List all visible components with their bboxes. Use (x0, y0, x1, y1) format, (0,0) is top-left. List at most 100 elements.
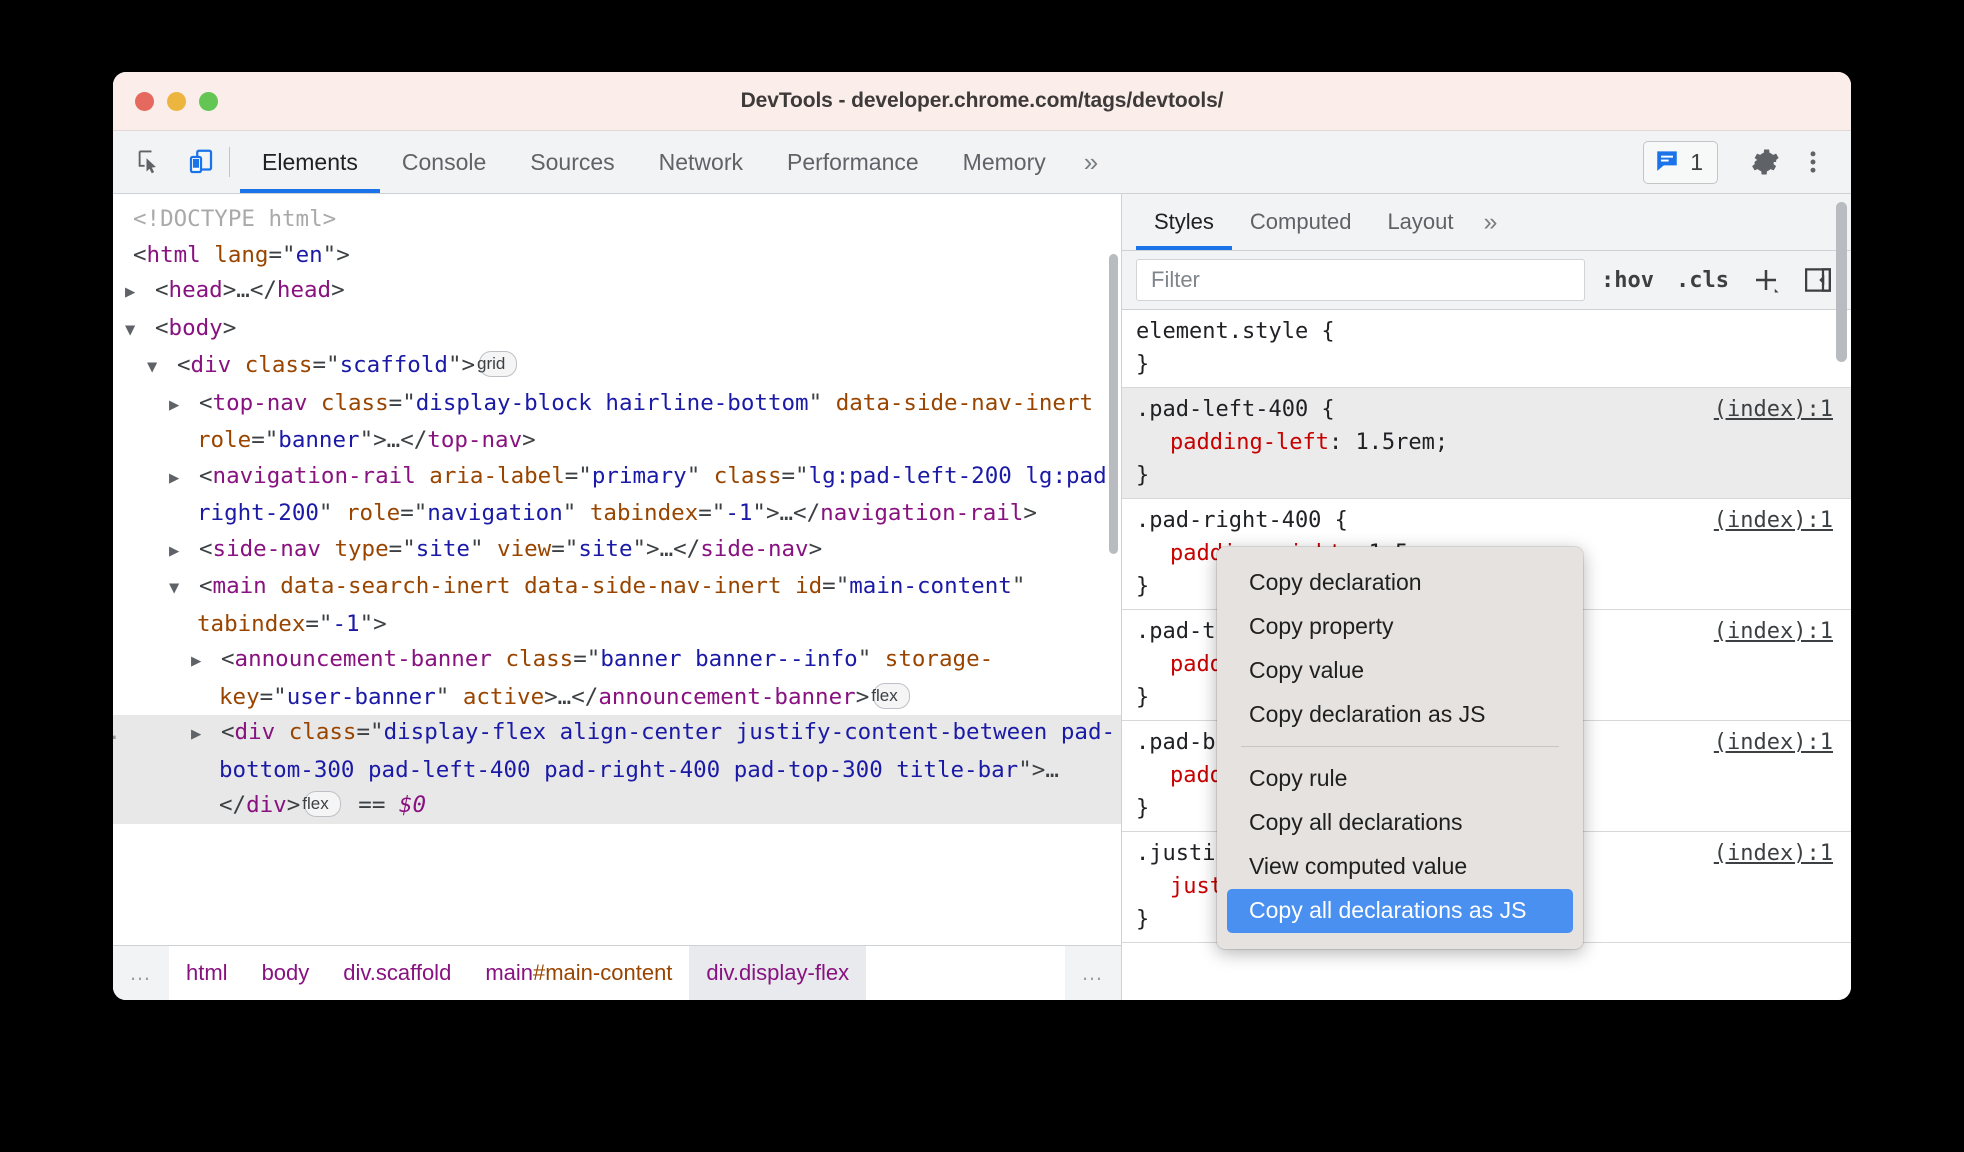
dom-punct: >…</ (544, 683, 599, 710)
page-title: DevTools - developer.chrome.com/tags/dev… (740, 89, 1224, 112)
breadcrumb-item[interactable]: html (169, 946, 245, 1000)
breadcrumb-item[interactable]: body (245, 946, 327, 1000)
expand-arrow-icon[interactable]: ▶ (191, 644, 221, 680)
dom-node[interactable]: ▶ <top-nav class="display-block hairline-… (113, 386, 1121, 459)
context-menu-item[interactable]: Copy rule (1227, 757, 1573, 801)
dom-attr: role (346, 500, 401, 526)
context-menu-item[interactable]: View computed value (1227, 845, 1573, 889)
filter-input[interactable]: Filter (1136, 259, 1586, 301)
css-value[interactable]: : 1.5rem; (1329, 430, 1448, 455)
minimize-window-button[interactable] (167, 91, 186, 111)
dom-node-selected[interactable]: …▶<div class="display-flex align-center … (113, 715, 1121, 824)
styles-tab-list: Styles Computed Layout » (1122, 194, 1851, 251)
css-selector[interactable]: element.style { (1136, 315, 1837, 348)
styles-scrollbar[interactable] (1836, 202, 1847, 362)
tab-console-label: Console (401, 148, 487, 175)
dom-tag: body (168, 314, 223, 341)
breadcrumb-overflow-left[interactable]: … (113, 946, 169, 1000)
dom-tag: head (276, 277, 332, 303)
device-toolbar-icon[interactable] (179, 140, 223, 184)
layout-badge-grid[interactable]: grid (477, 351, 518, 377)
dom-node[interactable]: <html lang="en"> (113, 238, 1121, 274)
css-source-link[interactable]: (index):1 (1714, 726, 1833, 759)
styles-more-tabs-icon[interactable]: » (1472, 194, 1510, 250)
tab-memory[interactable]: Memory (941, 131, 1068, 193)
close-window-button[interactable] (135, 91, 154, 111)
dom-tree[interactable]: <!DOCTYPE html> <html lang="en"> ▶ <head>…<… (113, 194, 1121, 945)
gear-icon[interactable] (1743, 140, 1787, 184)
dom-attr: role (197, 427, 252, 453)
tab-computed-label: Computed (1249, 209, 1352, 234)
layout-badge-flex[interactable]: flex (871, 682, 910, 709)
context-menu-item[interactable]: Copy property (1227, 605, 1573, 649)
inspect-element-icon[interactable] (127, 140, 171, 184)
dom-node[interactable]: ▼ <body> (113, 311, 1121, 349)
dom-val: en (295, 241, 323, 268)
tab-network[interactable]: Network (637, 131, 765, 193)
context-menu-item[interactable]: Copy value (1227, 649, 1573, 693)
breadcrumb-item[interactable]: main #main-content (468, 946, 689, 1000)
more-options-icon[interactable] (1791, 140, 1835, 184)
hov-button[interactable]: :hov (1595, 268, 1660, 293)
dom-eq: == (344, 792, 399, 818)
tab-elements[interactable]: Elements (240, 131, 380, 193)
breadcrumb-item[interactable]: div.scaffold (326, 946, 468, 1000)
dom-node[interactable]: ▼ <main data-search-inert data-side-nav-i… (113, 569, 1121, 642)
dom-dollar: $0 (398, 792, 427, 818)
dom-node[interactable]: ▶ <navigation-rail aria-label="primary" c… (113, 459, 1121, 532)
dom-punct: > (286, 792, 301, 818)
css-rule-close-brace: } (1136, 352, 1150, 377)
expand-arrow-icon[interactable]: ▶ (169, 534, 199, 570)
dom-punct: ">…</ (752, 500, 821, 526)
collapse-arrow-icon[interactable]: ▼ (169, 571, 199, 607)
css-rule[interactable]: element.style {} (1122, 310, 1851, 388)
tab-computed[interactable]: Computed (1232, 194, 1370, 250)
css-source-link[interactable]: (index):1 (1714, 393, 1833, 426)
css-source-link[interactable]: (index):1 (1714, 837, 1833, 870)
expand-arrow-icon[interactable]: ▶ (191, 717, 221, 753)
expand-arrow-icon[interactable]: ▶ (169, 388, 199, 424)
issues-counter-button[interactable]: 1 (1643, 140, 1718, 184)
css-source-link[interactable]: (index):1 (1714, 615, 1833, 648)
breadcrumb-items: html body div.scaffold main #main-content div… (169, 946, 1065, 1000)
dom-node[interactable]: ▶ <side-nav type="site" view="site">…</si… (113, 532, 1121, 570)
context-menu[interactable]: Copy declaration Copy property Copy value C… (1217, 547, 1583, 949)
context-menu-item[interactable]: Copy declaration as JS (1227, 693, 1573, 737)
tab-sources[interactable]: Sources (508, 131, 636, 193)
context-menu-item[interactable]: Copy all declarations as JS (1227, 889, 1573, 933)
tab-sources-label: Sources (530, 148, 615, 175)
more-tabs-icon[interactable]: » (1068, 131, 1114, 193)
layout-badge-flex[interactable]: flex (302, 791, 341, 817)
dom-node[interactable]: <!DOCTYPE html> (113, 202, 1121, 238)
tab-console[interactable]: Console (380, 131, 508, 193)
dom-node[interactable]: ▼ <div class="scaffold"> grid (113, 348, 1121, 386)
breadcrumb-item[interactable]: div.display-flex (689, 946, 867, 1000)
css-property[interactable]: padding-left (1170, 430, 1329, 455)
context-menu-item[interactable]: Copy all declarations (1227, 801, 1573, 845)
css-declaration[interactable]: padding-left: 1.5rem; (1136, 426, 1837, 459)
dom-punct (416, 463, 430, 489)
breadcrumb-overflow-right[interactable]: … (1065, 946, 1121, 1000)
panel-tab-list: Elements Console Sources Network Perform… (240, 131, 1643, 193)
tab-layout[interactable]: Layout (1369, 194, 1471, 250)
collapse-arrow-icon[interactable]: ▼ (125, 313, 155, 349)
expand-arrow-icon[interactable]: ▶ (169, 461, 199, 497)
dom-node[interactable]: ▶ <announcement-banner class="banner bann… (113, 642, 1121, 715)
css-source-link[interactable]: (index):1 (1714, 504, 1833, 537)
css-rule[interactable]: .pad-left-400 {(index):1 padding-left: 1.… (1122, 388, 1851, 499)
collapse-arrow-icon[interactable]: ▼ (147, 350, 177, 386)
dom-node-gutter-ellipsis[interactable]: … (113, 715, 118, 751)
new-style-rule-button[interactable] (1745, 265, 1787, 295)
toggle-sidebar-button[interactable] (1797, 265, 1839, 295)
expand-arrow-icon[interactable]: ▶ (125, 275, 155, 311)
context-menu-item[interactable]: Copy declaration (1227, 561, 1573, 605)
tab-performance[interactable]: Performance (765, 131, 941, 193)
dom-node[interactable]: ▶ <head>…</head> (113, 273, 1121, 311)
cls-button[interactable]: .cls (1670, 268, 1735, 293)
dom-tree-scrollbar[interactable] (1109, 254, 1118, 554)
dom-val: -1 (332, 610, 360, 637)
maximize-window-button[interactable] (199, 91, 218, 111)
tab-styles[interactable]: Styles (1136, 194, 1232, 250)
dom-tag: top-nav (212, 389, 308, 416)
toolbar-icon-group (113, 131, 223, 193)
